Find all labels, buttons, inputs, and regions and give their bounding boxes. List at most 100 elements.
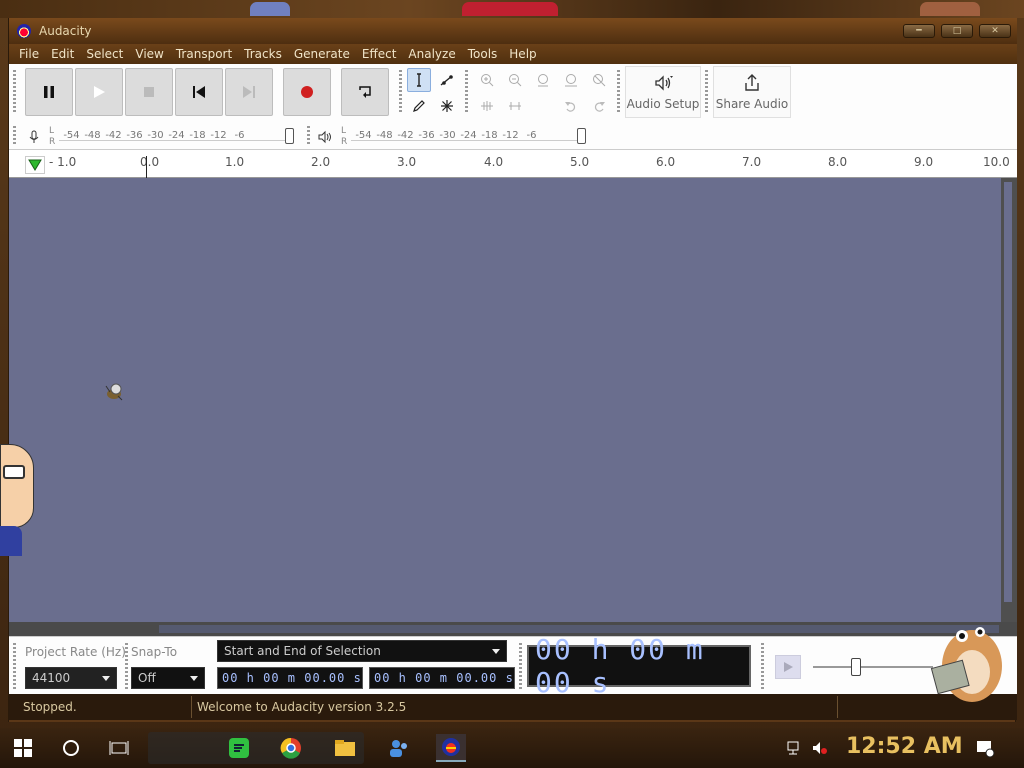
envelope-tool-button[interactable]: [435, 68, 459, 92]
snap-to-dropdown[interactable]: Off: [131, 667, 205, 689]
track-area[interactable]: [9, 178, 1001, 622]
fit-project-button[interactable]: [559, 68, 583, 92]
playback-volume-slider[interactable]: [577, 128, 586, 144]
selection-mode-value: Start and End of Selection: [224, 644, 381, 658]
menu-select[interactable]: Select: [80, 47, 129, 61]
skip-to-end-button[interactable]: [225, 68, 273, 116]
toolbar-grip[interactable]: [13, 70, 16, 114]
timeline-ruler[interactable]: - 1.0 0.0 1.0 2.0 3.0 4.0 5.0 6.0 7.0 8.…: [9, 150, 1017, 178]
maximize-button[interactable]: □: [941, 24, 973, 38]
toolbar-grip[interactable]: [465, 70, 468, 114]
tray-volume-icon[interactable]: [810, 734, 830, 762]
scroll-thumb[interactable]: [1004, 182, 1012, 602]
audio-position-display[interactable]: 00 h 00 m 00 s: [527, 633, 751, 699]
scroll-thumb[interactable]: [159, 625, 999, 633]
taskbar-app-audacity[interactable]: [436, 734, 466, 762]
meter-tick: -42: [105, 130, 122, 141]
toolbar-grip[interactable]: [519, 643, 522, 689]
toolbar-grip[interactable]: [761, 643, 764, 689]
project-rate-dropdown[interactable]: 44100: [25, 667, 117, 689]
action-center-button[interactable]: [970, 734, 1000, 762]
menu-file[interactable]: File: [13, 47, 45, 61]
trim-audio-button[interactable]: [475, 94, 499, 118]
playback-speaker-icon[interactable]: [317, 130, 333, 144]
ruler-tick: 3.0: [397, 155, 417, 169]
timeline-play-button[interactable]: [25, 156, 45, 174]
spotify-icon: [229, 738, 249, 758]
silence-audio-button[interactable]: [503, 94, 527, 118]
meter-tick: -30: [439, 130, 456, 141]
audio-setup-button[interactable]: Audio Setup: [625, 66, 701, 118]
selection-end-time[interactable]: 00 h 00 m 00.00 s: [369, 667, 515, 689]
taskbar-app-spotify[interactable]: [224, 734, 254, 762]
toolbar-grip[interactable]: [13, 126, 16, 146]
selection-tool-button[interactable]: [407, 68, 431, 92]
notification-icon: [977, 741, 995, 758]
skip-to-start-button[interactable]: [175, 68, 223, 116]
play-at-speed-button[interactable]: [775, 655, 801, 679]
microphone-icon[interactable]: [27, 130, 41, 144]
meter-scale: -54 -48 -42 -36 -30 -24 -18 -12 -6: [353, 130, 542, 141]
menu-analyze[interactable]: Analyze: [402, 47, 461, 61]
recording-meter[interactable]: LR -54 -48 -42 -36 -30 -24 -18 -12 -6: [49, 126, 299, 148]
menu-tools[interactable]: Tools: [462, 47, 504, 61]
play-button[interactable]: [75, 68, 123, 116]
meter-channel-labels: LR: [341, 126, 347, 148]
menu-effect[interactable]: Effect: [356, 47, 403, 61]
close-button[interactable]: ✕: [979, 24, 1011, 38]
taskbar-app-file-explorer[interactable]: [330, 734, 360, 762]
tray-network-icon[interactable]: [784, 734, 804, 762]
redo-button[interactable]: [587, 94, 611, 118]
record-icon: [301, 86, 313, 98]
taskbar-app-people[interactable]: [384, 734, 414, 762]
horizontal-scrollbar[interactable]: [9, 622, 1017, 636]
audio-setup-label: Audio Setup: [626, 97, 700, 111]
meter-tick: -36: [418, 130, 435, 141]
taskbar-clock[interactable]: 12:52 AM: [846, 734, 963, 759]
toolbar-grip[interactable]: [13, 643, 16, 689]
menu-tracks[interactable]: Tracks: [238, 47, 288, 61]
menu-help[interactable]: Help: [503, 47, 542, 61]
play-head-triangle-icon: [28, 159, 42, 171]
selection-end-value: 00 h 00 m 00.00 s: [374, 671, 514, 685]
menu-transport[interactable]: Transport: [170, 47, 238, 61]
windows-logo-icon: [14, 739, 32, 757]
menu-generate[interactable]: Generate: [288, 47, 356, 61]
meter-channel-right: R: [341, 137, 348, 147]
zoom-toggle-button[interactable]: [587, 68, 611, 92]
toolbar-grip[interactable]: [125, 643, 128, 689]
zoom-out-button[interactable]: [503, 68, 527, 92]
share-audio-button[interactable]: Share Audio: [713, 66, 791, 118]
taskbar-app-chrome[interactable]: [276, 734, 306, 762]
draw-tool-button[interactable]: [407, 94, 431, 118]
minimize-button[interactable]: ━: [903, 24, 935, 38]
cortana-button[interactable]: [56, 734, 86, 762]
selection-mode-dropdown[interactable]: Start and End of Selection: [217, 640, 507, 662]
task-view-button[interactable]: [104, 734, 134, 762]
toolbar-area: Audio Setup Share Audio LR -54 -48 -42 -…: [9, 64, 1017, 150]
menu-edit[interactable]: Edit: [45, 47, 80, 61]
playback-meter[interactable]: LR -54 -48 -42 -36 -30 -24 -18 -12 -6: [341, 126, 591, 148]
start-button[interactable]: [8, 734, 38, 762]
multi-tool-button[interactable]: [435, 94, 459, 118]
toolbar-grip[interactable]: [705, 70, 708, 114]
toolbar-grip[interactable]: [399, 70, 402, 114]
toolbar-grip[interactable]: [307, 126, 310, 146]
pause-button[interactable]: [25, 68, 73, 116]
meter-channel-left: L: [49, 126, 55, 136]
selection-start-time[interactable]: 00 h 00 m 00.00 s: [217, 667, 363, 689]
vertical-scrollbar[interactable]: [1001, 178, 1017, 622]
title-bar[interactable]: Audacity ━ □ ✕: [9, 18, 1017, 44]
zoom-in-button[interactable]: [475, 68, 499, 92]
record-button[interactable]: [283, 68, 331, 116]
toolbar-grip[interactable]: [617, 70, 620, 114]
stop-button[interactable]: [125, 68, 173, 116]
menu-view[interactable]: View: [129, 47, 169, 61]
playback-speed-slider[interactable]: [851, 658, 861, 676]
fit-selection-button[interactable]: [531, 68, 555, 92]
meter-tick: -12: [502, 130, 519, 141]
loop-button[interactable]: [341, 68, 389, 116]
ruler-tick: 7.0: [742, 155, 762, 169]
recording-volume-slider[interactable]: [285, 128, 294, 144]
undo-button[interactable]: [559, 94, 583, 118]
